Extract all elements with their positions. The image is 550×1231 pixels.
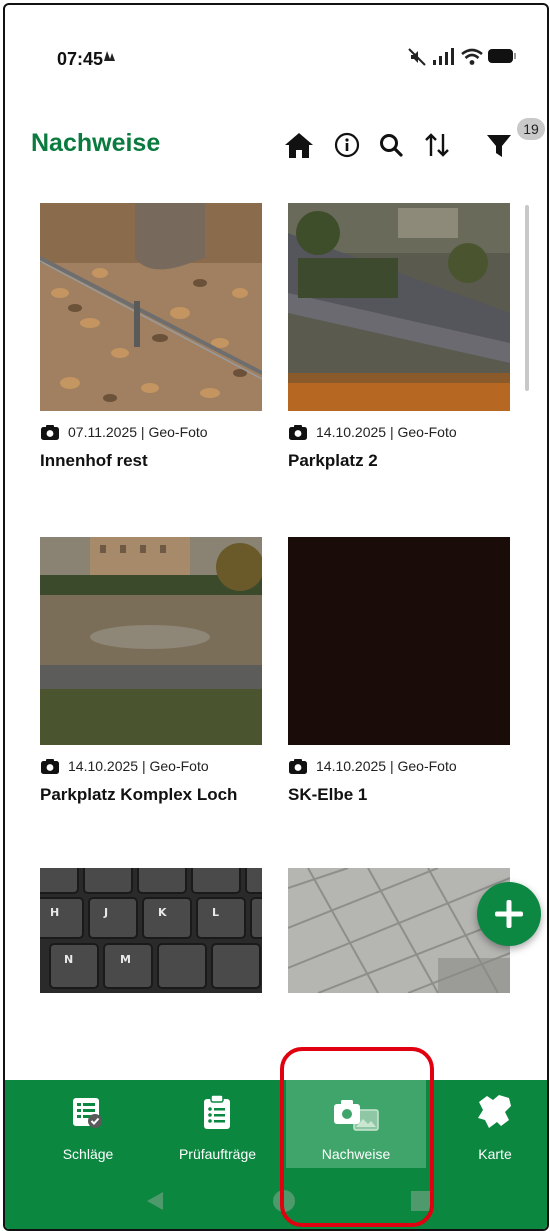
map-region-icon <box>478 1095 511 1128</box>
back-icon[interactable] <box>145 1190 165 1212</box>
info-button[interactable] <box>327 125 367 165</box>
svg-text:M: M <box>120 953 131 966</box>
nav-item-pruefauftraege[interactable]: Prüfaufträge <box>160 1080 275 1168</box>
nav-label: Karte <box>478 1146 512 1162</box>
card-meta: 07.11.2025 | Geo-Foto <box>40 422 208 442</box>
card-date-type: 14.10.2025 | Geo-Foto <box>316 758 457 774</box>
card-title: Parkplatz 2 <box>288 451 378 470</box>
photo-thumbnail-keyboard: H J K L N M <box>40 868 262 993</box>
card-meta: 14.10.2025 | Geo-Foto <box>288 422 457 442</box>
card-title: Innenhof rest <box>40 451 148 470</box>
filter-button[interactable] <box>479 125 519 165</box>
signal-icon <box>433 48 454 65</box>
home-icon <box>285 133 313 158</box>
filter-icon <box>487 135 511 157</box>
clipboard-list-icon <box>204 1094 230 1129</box>
card-date-type: 14.10.2025 | Geo-Foto <box>68 758 209 774</box>
status-time: 07:45 <box>57 49 104 69</box>
search-icon <box>380 134 403 157</box>
fields-list-icon <box>73 1098 102 1128</box>
wifi-icon <box>461 48 483 65</box>
svg-text:L: L <box>212 906 219 919</box>
svg-text:J: J <box>103 906 108 919</box>
svg-text:K: K <box>158 906 167 919</box>
phone-screen: 07:45 Nachweise 19 07.11.2025 | Geo-Foto… <box>3 3 549 1231</box>
filter-count-badge: 19 <box>517 118 545 140</box>
photo-thumbnail-pavement <box>288 868 510 993</box>
camera-icon <box>289 758 307 774</box>
status-bar: 07:45 <box>5 5 547 105</box>
nav-label: Schläge <box>62 1146 114 1162</box>
photo-thumbnail-lot <box>40 537 262 745</box>
mute-icon <box>408 48 426 66</box>
nav-item-karte[interactable]: Karte <box>445 1080 545 1168</box>
home-button[interactable] <box>279 125 319 165</box>
nav-label: Prüfaufträge <box>178 1146 257 1162</box>
bottom-navigation: Schläge Prüfaufträge Nachweise Karte <box>5 1080 547 1229</box>
add-button[interactable] <box>477 882 541 946</box>
svg-text:N: N <box>64 953 73 966</box>
card-title: Parkplatz Komplex Loch <box>40 785 238 804</box>
plus-icon <box>495 900 523 928</box>
camera-icon <box>289 424 307 440</box>
battery-icon <box>488 49 516 63</box>
sort-icon <box>425 133 449 157</box>
highlight-box <box>280 1047 434 1227</box>
card-date-type: 07.11.2025 | Geo-Foto <box>68 424 208 440</box>
card-date-type: 14.10.2025 | Geo-Foto <box>316 424 457 440</box>
app-bar: Nachweise <box>5 115 547 175</box>
scrollbar[interactable] <box>525 205 529 391</box>
card-title: SK-Elbe 1 <box>288 785 368 804</box>
card-meta: 14.10.2025 | Geo-Foto <box>40 756 209 776</box>
info-icon <box>334 132 360 158</box>
search-button[interactable] <box>371 125 411 165</box>
photo-thumbnail-leaves <box>40 203 262 411</box>
page-title: Nachweise <box>31 129 161 157</box>
notification-icon <box>104 51 115 61</box>
photo-thumbnail-dark <box>288 537 510 745</box>
camera-icon <box>41 424 59 440</box>
photo-thumbnail-parking <box>288 203 510 411</box>
card-meta: 14.10.2025 | Geo-Foto <box>288 756 457 776</box>
sort-button[interactable] <box>417 125 457 165</box>
nav-item-schlaege[interactable]: Schläge <box>33 1080 143 1168</box>
svg-text:H: H <box>50 906 59 919</box>
camera-icon <box>41 758 59 774</box>
